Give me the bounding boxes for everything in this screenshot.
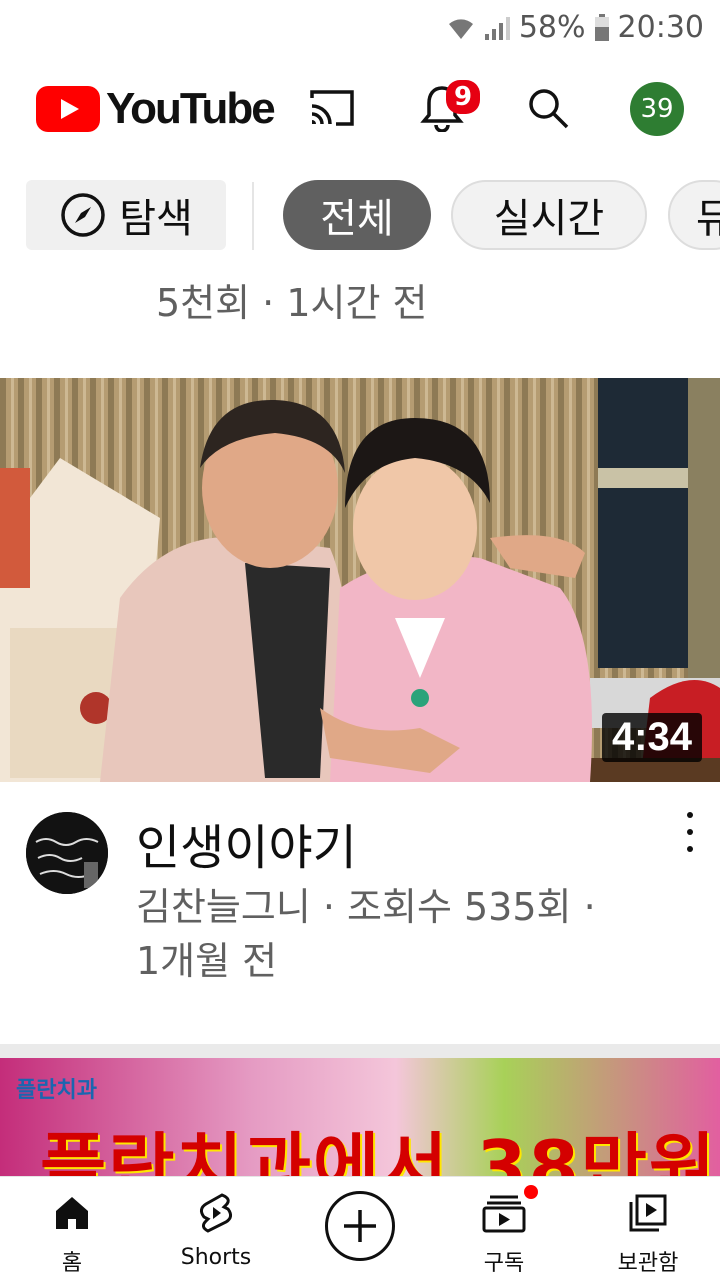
top-app-bar: YouTube 9 39 (0, 56, 720, 166)
youtube-logo[interactable]: YouTube (36, 84, 276, 134)
shorts-icon (199, 1193, 233, 1233)
channel-avatar[interactable] (26, 812, 108, 894)
logo-wordmark: YouTube (106, 84, 276, 133)
nav-library-label: 보관함 (617, 1251, 679, 1276)
home-icon (56, 1197, 88, 1229)
account-avatar[interactable]: 39 (630, 82, 684, 136)
more-options-button[interactable] (676, 812, 704, 852)
cast-button[interactable] (306, 82, 358, 134)
video-meta-line1[interactable]: 김찬늘그니 · 조회수 535회 · (136, 880, 656, 934)
subscriptions-icon (482, 1195, 526, 1233)
nav-shorts[interactable]: Shorts (144, 1177, 288, 1281)
subscriptions-new-dot (524, 1185, 538, 1199)
nav-shorts-label: Shorts (180, 1245, 252, 1270)
search-button[interactable] (522, 82, 574, 134)
youtube-play-icon (36, 86, 100, 132)
nav-subscriptions[interactable]: 구독 (432, 1177, 576, 1281)
search-icon (529, 89, 569, 129)
nav-library[interactable]: 보관함 (576, 1177, 720, 1281)
create-button[interactable] (325, 1191, 395, 1261)
ad-thumbnail[interactable]: 플란치과 플란치과에서 38만원에 (0, 1058, 720, 1176)
more-vert-icon (687, 812, 693, 818)
explore-label: 탐색 (119, 196, 193, 242)
compass-icon (61, 193, 105, 237)
video-meta: 김찬늘그니 · 조회수 535회 · 1개월 전 (136, 880, 656, 988)
signal-icon (484, 16, 510, 40)
video-duration: 4:34 (601, 713, 702, 762)
bottom-navigation: 홈 Shorts 구독 보관함 (0, 1176, 720, 1281)
feed-separator (0, 1044, 720, 1058)
nav-subscriptions-label: 구독 (483, 1251, 525, 1276)
explore-chip[interactable]: 탐색 (26, 180, 226, 250)
cast-icon (310, 90, 354, 126)
chip-all[interactable]: 전체 (283, 180, 431, 250)
nav-home[interactable]: 홈 (0, 1177, 144, 1281)
notifications-button[interactable]: 9 (416, 80, 481, 134)
channel-avatar-image (26, 812, 108, 894)
previous-video-meta: 5천회 · 1시간 전 (156, 281, 428, 325)
nav-home-label: 홈 (61, 1251, 83, 1276)
status-bar: 58% 20:30 (0, 0, 720, 56)
video-meta-line2: 1개월 전 (136, 939, 278, 983)
ad-headline: 플란치과에서 38만원에 (40, 1125, 718, 1176)
video-title[interactable]: 인생이야기 (136, 808, 357, 878)
plus-icon (344, 1210, 376, 1242)
chip-partial[interactable]: 뮤 (668, 180, 720, 250)
chip-divider (252, 182, 254, 250)
video-thumbnail[interactable]: 4:34 (0, 378, 720, 782)
clock: 20:30 (617, 10, 704, 45)
filter-chips: 탐색 전체 실시간 뮤 (0, 178, 720, 254)
chip-live[interactable]: 실시간 (451, 180, 647, 250)
wifi-icon (448, 18, 473, 39)
library-icon (629, 1194, 667, 1232)
battery-percent: 58% (518, 10, 586, 45)
ad-brand: 플란치과 (16, 1078, 97, 1103)
battery-icon (594, 13, 609, 41)
nav-create[interactable] (288, 1177, 432, 1281)
notification-badge: 9 (446, 80, 481, 114)
